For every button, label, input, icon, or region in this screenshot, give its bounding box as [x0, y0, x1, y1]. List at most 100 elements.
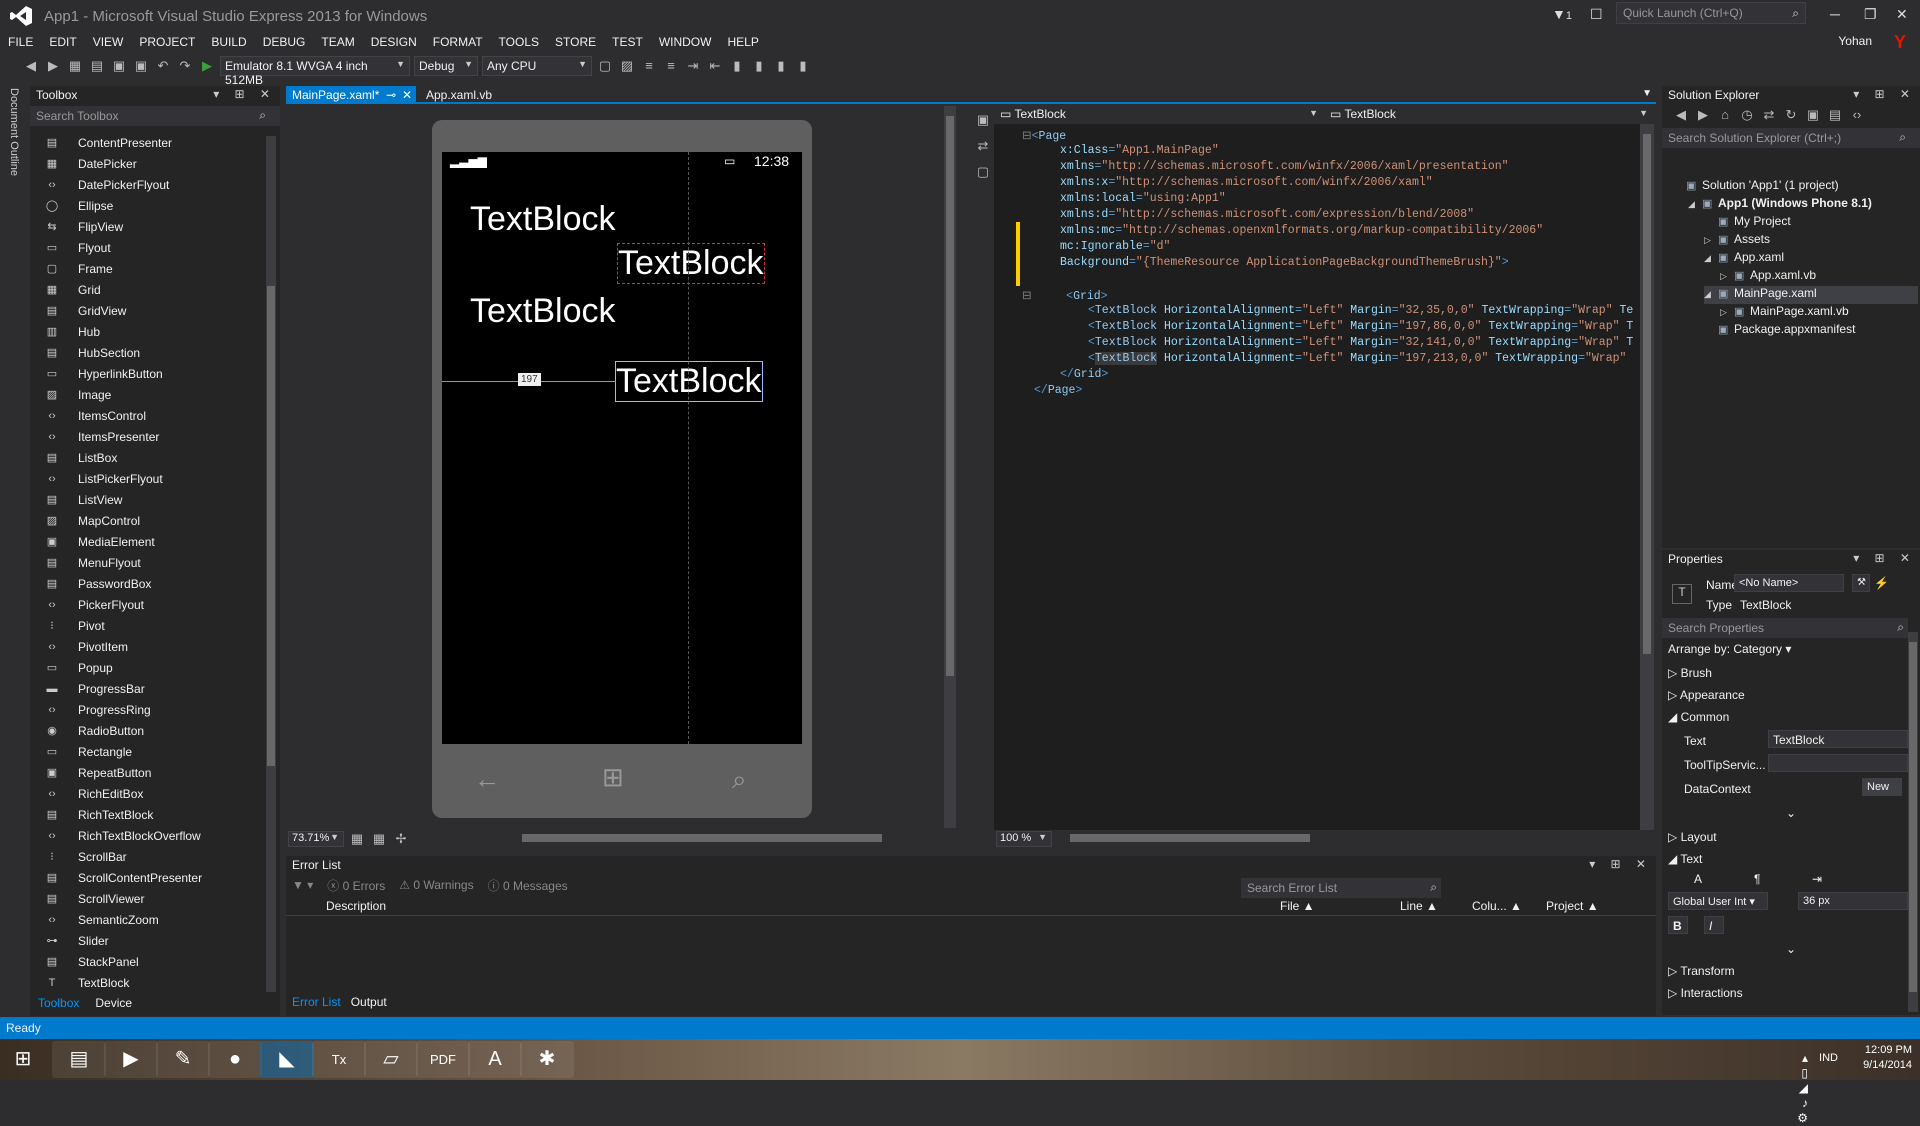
expand-more-icon[interactable]: ⌄	[1786, 806, 1796, 820]
col-column[interactable]: Colu... ▲	[1472, 899, 1522, 913]
notepadpp-icon[interactable]: ✎	[156, 1041, 210, 1078]
properties-scrollbar[interactable]	[1908, 632, 1918, 1012]
bookmark-next-icon[interactable]: ▮	[773, 58, 789, 74]
warnings-toggle[interactable]: ⚠ 0 Warnings	[399, 878, 473, 892]
toolbox-item[interactable]: ▤ StackPanel	[30, 951, 264, 972]
xaml-designer[interactable]: ▂▃▅▆ ▭ 12:38 TextBlock TextBlock TextBlo…	[286, 106, 966, 828]
solution-tree-item[interactable]: ▷ ▣ MainPage.xaml.vb	[1720, 304, 1918, 322]
menu-format[interactable]: FORMAT	[433, 35, 483, 49]
user-avatar[interactable]: Y	[1890, 32, 1910, 52]
explorer-icon[interactable]: ▤	[52, 1041, 106, 1078]
sync-icon[interactable]: ⇄	[1761, 107, 1777, 123]
toolbox-item[interactable]: ‹› DatePickerFlyout	[30, 174, 264, 195]
solution-tree-item[interactable]: ▣ Solution 'App1' (1 project)	[1672, 178, 1918, 196]
close-tab-icon[interactable]: ✕	[402, 88, 412, 102]
pin-icon[interactable]: ⊸	[386, 88, 396, 102]
toolbox-item[interactable]: ▢ Frame	[30, 258, 264, 279]
category-common[interactable]: ◢ Common	[1668, 710, 1729, 724]
col-line[interactable]: Line ▲	[1400, 899, 1438, 913]
tab-device[interactable]: Device	[95, 996, 132, 1016]
toolbox-item[interactable]: ‹› ItemsControl	[30, 405, 264, 426]
clock-date[interactable]: 9/14/2014	[1863, 1058, 1912, 1073]
panel-buttons[interactable]: ▾ ⊞ ✕	[1853, 551, 1916, 565]
font-tab-icon[interactable]: A	[1694, 872, 1702, 886]
solution-tree-item[interactable]: ▣ My Project	[1704, 214, 1918, 232]
toolbox-item[interactable]: ‹› RichEditBox	[30, 783, 264, 804]
bookmark-icon[interactable]: ▮	[729, 58, 745, 74]
tooltip-prop-input[interactable]	[1768, 754, 1908, 772]
solution-tree-item[interactable]: ▷ ▣ Assets	[1704, 232, 1918, 250]
snap-lines-icon[interactable]: ✢	[393, 831, 409, 847]
phone-screen[interactable]: ▂▃▅▆ ▭ 12:38 TextBlock TextBlock TextBlo…	[442, 152, 802, 744]
toolbox-item[interactable]: ▤ RichTextBlock	[30, 804, 264, 825]
designer-vscroll[interactable]	[944, 106, 956, 828]
solution-search-input[interactable]: Search Solution Explorer (Ctrl+;) ⌕	[1662, 128, 1920, 148]
menu-debug[interactable]: DEBUG	[263, 35, 306, 49]
menu-window[interactable]: WINDOW	[659, 35, 712, 49]
xaml-hscroll[interactable]	[1070, 834, 1310, 842]
name-input[interactable]: <No Name>	[1734, 574, 1844, 592]
solution-tree-item[interactable]: ◢ ▣ App1 (Windows Phone 8.1)	[1688, 196, 1918, 214]
xaml-vscroll[interactable]	[1640, 124, 1654, 830]
bookmark-clear-icon[interactable]: ▮	[795, 58, 811, 74]
show-all-icon[interactable]: ▤	[1827, 107, 1843, 123]
toolbox-item[interactable]: ▦ DatePicker	[30, 153, 264, 174]
toolbox-item[interactable]: ▨ Image	[30, 384, 264, 405]
minimize-button[interactable]: ─	[1830, 6, 1840, 22]
toolbox-item[interactable]: ▬ ProgressBar	[30, 678, 264, 699]
toolbox-item[interactable]: ▤ ListView	[30, 489, 264, 510]
toolbox-item[interactable]: ⁝ ScrollBar	[30, 846, 264, 867]
element-right-dropdown[interactable]: ▭ TextBlock ▼	[1326, 107, 1652, 123]
collapse-pane-icon[interactable]: ▢	[975, 164, 991, 180]
element-left-dropdown[interactable]: ▭ TextBlock ▼	[996, 107, 1322, 123]
home-icon[interactable]: ⌂	[1717, 107, 1733, 123]
grid-icon[interactable]: ▦	[349, 831, 365, 847]
menu-project[interactable]: PROJECT	[139, 35, 195, 49]
toolbox-item[interactable]: ▤ ListBox	[30, 447, 264, 468]
quick-launch-input[interactable]: Quick Launch (Ctrl+Q) ⌕	[1616, 2, 1806, 24]
xaml-editor[interactable]: ⊟<Page x:Class="App1.MainPage" xmlns="ht…	[994, 124, 1648, 830]
toolbox-item[interactable]: ‹› PickerFlyout	[30, 594, 264, 615]
toolbox-item[interactable]: ▭ HyperlinkButton	[30, 363, 264, 384]
refresh-icon[interactable]: ↻	[1783, 107, 1799, 123]
toolbox-item[interactable]: ‹› ProgressRing	[30, 699, 264, 720]
tab-output[interactable]: Output	[351, 995, 387, 1009]
menu-design[interactable]: DESIGN	[371, 35, 417, 49]
panel-buttons[interactable]: ▾ ⊞ ✕	[213, 87, 276, 101]
font-size-dropdown[interactable]: 36 px	[1798, 892, 1908, 910]
zoom-dropdown[interactable]: 73.71% ▼	[288, 831, 344, 847]
toolbox-item[interactable]: ▨ MapControl	[30, 510, 264, 531]
category-layout[interactable]: ▷ Layout	[1668, 830, 1717, 844]
input-language[interactable]: IND	[1819, 1051, 1838, 1066]
filter-icon[interactable]: ▼ ▾	[292, 878, 313, 892]
bold-toggle[interactable]: B	[1668, 916, 1688, 934]
properties-wrench-icon[interactable]: ⚒	[1852, 574, 1870, 592]
start-button[interactable]: ⊞	[0, 1041, 46, 1078]
pdf-icon[interactable]: PDF	[416, 1041, 470, 1078]
category-text[interactable]: ◢ Text	[1668, 852, 1702, 866]
toolbox-item[interactable]: ‹› RichTextBlockOverflow	[30, 825, 264, 846]
align-left-icon[interactable]: ≡	[641, 58, 657, 74]
solution-tree-item[interactable]: ▷ ▣ App.xaml.vb	[1720, 268, 1918, 286]
toolbox-item[interactable]: ◉ RadioButton	[30, 720, 264, 741]
tab-mainpage-xaml[interactable]: MainPage.xaml* ⊸ ✕	[286, 86, 416, 104]
toolbox-search-input[interactable]: Search Toolbox ⌕	[30, 106, 280, 126]
restore-button[interactable]: ❐	[1864, 6, 1877, 23]
undo-icon[interactable]: ↶	[155, 58, 171, 74]
expand-arrow-icon[interactable]: ▷	[1720, 271, 1734, 282]
toolbox-item[interactable]: ▤ MenuFlyout	[30, 552, 264, 573]
errors-toggle[interactable]: ⓧ 0 Errors	[327, 877, 385, 894]
toolbox-item[interactable]: T TextBlock	[30, 972, 264, 993]
expand-arrow-icon[interactable]: ◢	[1688, 199, 1702, 210]
whiteboard-icon[interactable]: ▱	[364, 1041, 418, 1078]
tab-error-list[interactable]: Error List	[292, 995, 341, 1009]
properties-search-input[interactable]: Search Properties ⌕	[1662, 618, 1908, 638]
menu-test[interactable]: TEST	[612, 35, 643, 49]
category-transform[interactable]: ▷ Transform	[1668, 964, 1735, 978]
swap-panes-icon[interactable]: ▣	[975, 112, 991, 128]
toolbox-item[interactable]: ▤ PasswordBox	[30, 573, 264, 594]
toolbox-item[interactable]: ⇆ FlipView	[30, 216, 264, 237]
expand-arrow-icon[interactable]: ◢	[1704, 289, 1718, 300]
toolbox-item[interactable]: ▭ Rectangle	[30, 741, 264, 762]
toolbox-item[interactable]: ▣ RepeatButton	[30, 762, 264, 783]
